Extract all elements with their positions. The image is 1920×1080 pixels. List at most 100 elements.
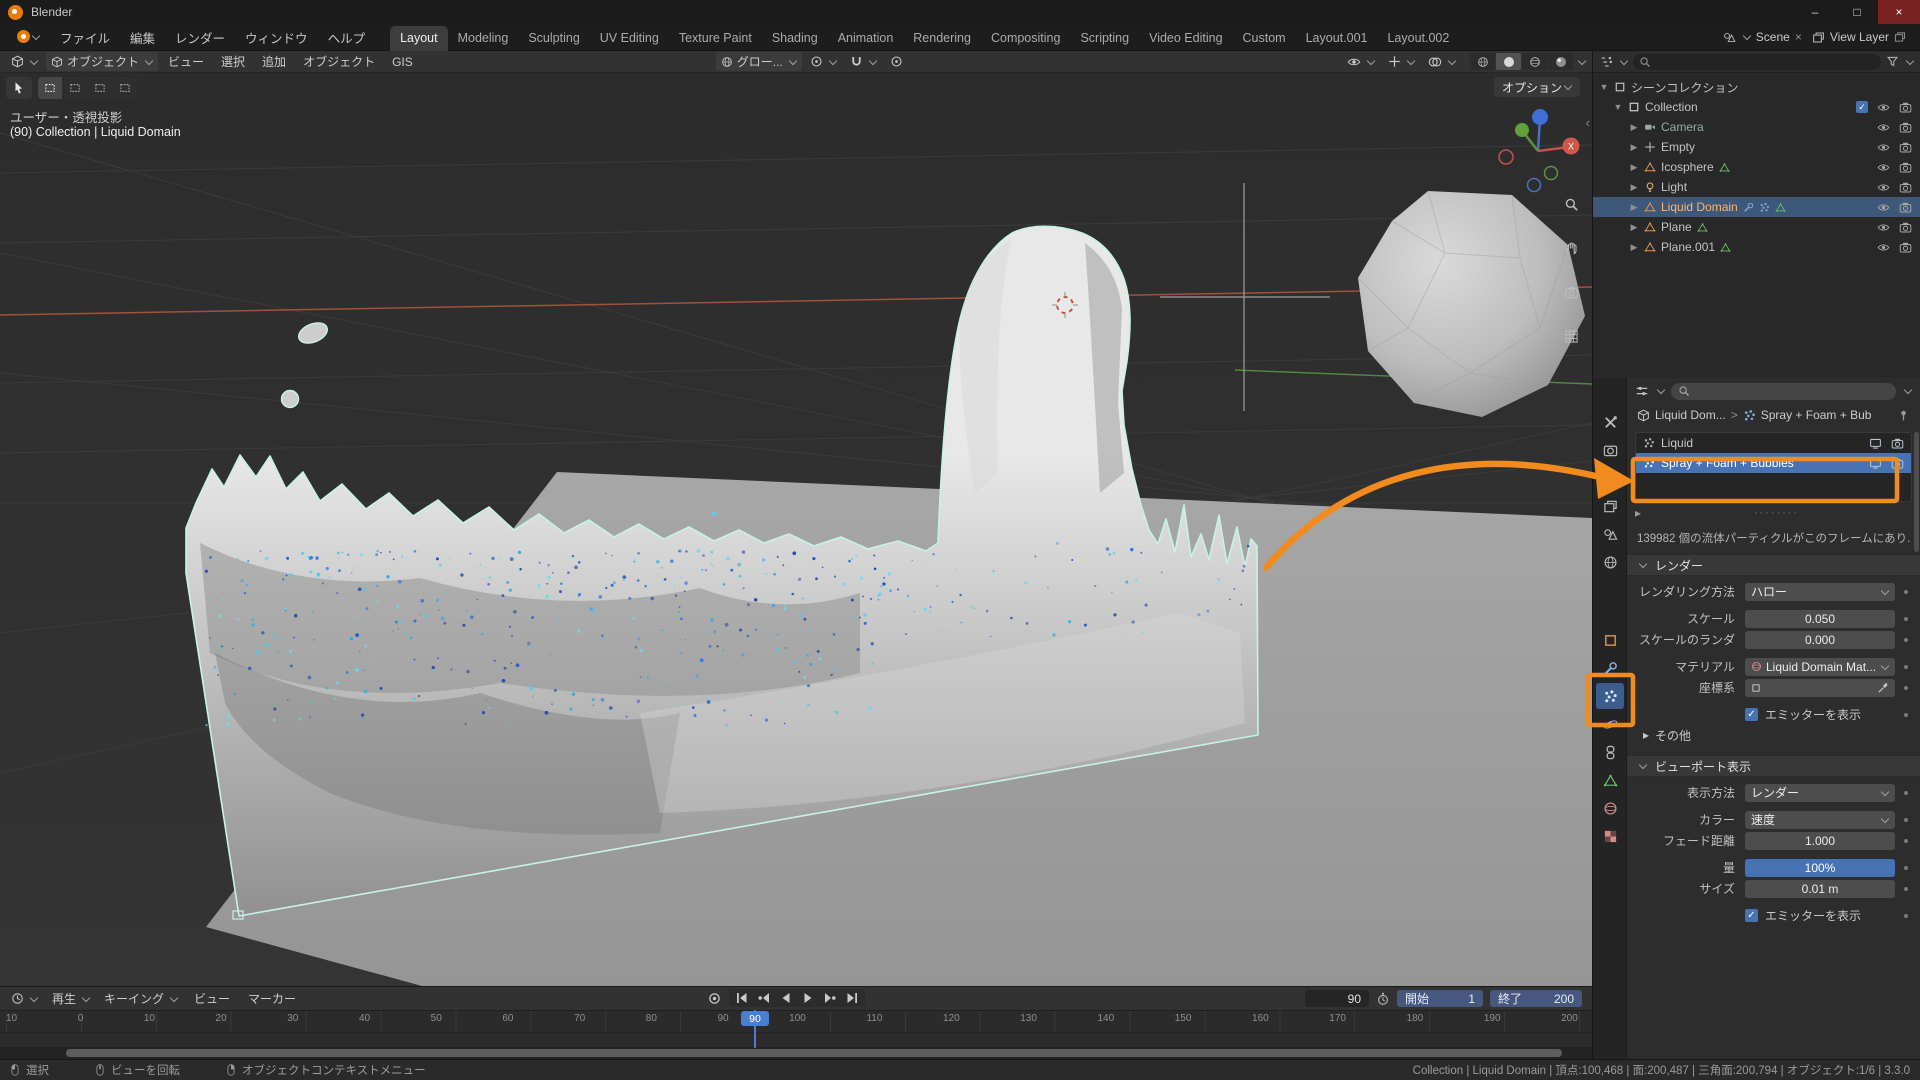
- gizmo-neg-x-axis[interactable]: [1499, 150, 1513, 164]
- tab-physics[interactable]: [1596, 711, 1624, 737]
- coordinate-object-field[interactable]: [1745, 679, 1895, 697]
- tab-world[interactable]: [1596, 549, 1624, 575]
- mode-dropdown[interactable]: オブジェクト: [46, 52, 158, 71]
- tab-layout[interactable]: Layout: [390, 26, 448, 51]
- tab-material[interactable]: [1596, 795, 1624, 821]
- disable-in-render-icon[interactable]: [1891, 437, 1904, 450]
- scale-random-field[interactable]: 0.000: [1745, 631, 1895, 649]
- select-mode-intersect-button[interactable]: [113, 77, 137, 99]
- particle-system-row-spray-foam-bubbles[interactable]: Spray + Foam + Bubbles: [1636, 453, 1911, 473]
- outliner-row-plane[interactable]: ▶ Plane: [1593, 217, 1920, 237]
- auto-keyframe-button[interactable]: [704, 990, 724, 1006]
- play-reverse-button[interactable]: [776, 990, 796, 1006]
- timeline-scroll-handle[interactable]: [66, 1049, 1562, 1057]
- disable-in-render-icon[interactable]: [1899, 161, 1912, 174]
- size-field[interactable]: 0.01 m: [1745, 880, 1895, 898]
- unlink-scene-icon[interactable]: ×: [1795, 30, 1802, 44]
- disable-in-render-icon[interactable]: [1891, 457, 1904, 470]
- timeline-ruler[interactable]: 100 1020 3040 5060 7080 90100 110120 130…: [0, 1010, 1592, 1032]
- breadcrumb-data[interactable]: Spray + Foam + Bub: [1761, 408, 1872, 422]
- pin-icon[interactable]: [1897, 409, 1910, 422]
- transform-orientation-dropdown[interactable]: グロー...: [716, 52, 802, 71]
- tab-shading[interactable]: Shading: [762, 26, 828, 51]
- menu-object[interactable]: オブジェクト: [296, 51, 382, 72]
- gizmo-y-axis[interactable]: [1515, 123, 1529, 137]
- select-mode-extend-button[interactable]: [63, 77, 87, 99]
- timeline-editor-type-button[interactable]: [6, 991, 43, 1006]
- animate-dot[interactable]: [1895, 791, 1916, 795]
- outliner-row-icosphere[interactable]: ▶ Icosphere: [1593, 157, 1920, 177]
- view-layer-selector[interactable]: View Layer: [1812, 30, 1906, 44]
- show-emitter-checkbox[interactable]: ✓: [1745, 708, 1758, 721]
- disclosure-icon[interactable]: ▶: [1629, 142, 1639, 153]
- disclosure-icon[interactable]: ▼: [1599, 82, 1609, 92]
- tab-sculpting[interactable]: Sculpting: [518, 26, 589, 51]
- tab-scripting[interactable]: Scripting: [1070, 26, 1139, 51]
- tab-constraints[interactable]: [1596, 739, 1624, 765]
- stopwatch-icon[interactable]: [1376, 992, 1390, 1006]
- animate-dot[interactable]: [1895, 713, 1916, 717]
- current-frame-field[interactable]: 90: [1305, 990, 1369, 1007]
- eyedropper-icon[interactable]: [1877, 682, 1889, 694]
- properties-scrollbar[interactable]: [1914, 432, 1919, 552]
- timeline-view-menu[interactable]: ビュー: [187, 988, 237, 1009]
- tab-rendering[interactable]: Rendering: [903, 26, 981, 51]
- animate-dot[interactable]: [1895, 818, 1916, 822]
- outliner-row-scene-collection[interactable]: ▼ シーンコレクション: [1593, 77, 1920, 97]
- 3d-viewport[interactable]: X: [0, 73, 1592, 986]
- disable-in-render-icon[interactable]: [1899, 181, 1912, 194]
- hide-in-viewport-icon[interactable]: [1877, 121, 1890, 134]
- hide-in-viewport-icon[interactable]: [1877, 161, 1890, 174]
- select-mode-new-button[interactable]: [38, 77, 62, 99]
- shading-solid-button[interactable]: [1496, 53, 1521, 70]
- animate-dot[interactable]: [1895, 617, 1916, 621]
- animate-dot[interactable]: [1895, 887, 1916, 891]
- breadcrumb-object[interactable]: Liquid Dom...: [1655, 408, 1726, 422]
- tab-particles[interactable]: [1596, 683, 1624, 709]
- hide-in-viewport-icon[interactable]: [1877, 221, 1890, 234]
- menu-view[interactable]: ビュー: [161, 51, 211, 72]
- animate-dot[interactable]: [1895, 638, 1916, 642]
- hide-in-viewport-icon[interactable]: [1877, 101, 1890, 114]
- gizmo-z-axis[interactable]: [1532, 109, 1548, 125]
- disclosure-icon[interactable]: ▶: [1629, 182, 1639, 193]
- disclosure-icon[interactable]: ▶: [1629, 242, 1639, 253]
- animate-dot[interactable]: [1895, 686, 1916, 690]
- previous-keyframe-button[interactable]: [754, 990, 774, 1006]
- disclosure-icon[interactable]: ▼: [1613, 102, 1623, 112]
- tab-texture-paint[interactable]: Texture Paint: [669, 26, 762, 51]
- tab-output[interactable]: [1596, 465, 1624, 491]
- shading-material-button[interactable]: [1522, 53, 1547, 70]
- hide-in-viewport-icon[interactable]: [1877, 181, 1890, 194]
- animate-dot[interactable]: [1895, 866, 1916, 870]
- menu-file[interactable]: ファイル: [51, 24, 119, 51]
- tab-object-data[interactable]: [1596, 767, 1624, 793]
- outliner-row-camera[interactable]: ▶ Camera: [1593, 117, 1920, 137]
- tab-render[interactable]: [1596, 437, 1624, 463]
- playhead-frame-badge[interactable]: 90: [741, 1011, 769, 1026]
- animate-dot[interactable]: [1895, 914, 1916, 918]
- new-view-layer-icon[interactable]: [1894, 31, 1906, 43]
- tab-custom[interactable]: Custom: [1233, 26, 1296, 51]
- outliner-row-liquid-domain[interactable]: ▶ Liquid Domain: [1593, 197, 1920, 217]
- object-visibility-dropdown[interactable]: [1342, 54, 1380, 70]
- scene-selector[interactable]: Scene ×: [1723, 30, 1802, 44]
- outliner-editor-icon[interactable]: [1599, 55, 1613, 69]
- hide-in-viewport-icon[interactable]: [1877, 141, 1890, 154]
- tab-modeling[interactable]: Modeling: [448, 26, 519, 51]
- disable-in-render-icon[interactable]: [1899, 141, 1912, 154]
- timeline-marker-menu[interactable]: マーカー: [241, 988, 303, 1009]
- scale-field[interactable]: 0.050: [1745, 610, 1895, 628]
- maximize-button[interactable]: □: [1836, 0, 1878, 24]
- tab-video-editing[interactable]: Video Editing: [1139, 26, 1232, 51]
- properties-editor-icon[interactable]: [1635, 384, 1649, 398]
- minimize-button[interactable]: –: [1794, 0, 1836, 24]
- show-gizmo-dropdown[interactable]: [1383, 54, 1420, 69]
- animate-dot[interactable]: [1895, 665, 1916, 669]
- outliner-search-input[interactable]: [1633, 54, 1881, 70]
- show-emitter-checkbox[interactable]: ✓: [1745, 909, 1758, 922]
- hide-in-viewport-icon[interactable]: [1877, 241, 1890, 254]
- more-subpanel[interactable]: ▸ その他: [1627, 725, 1920, 745]
- select-tool-button[interactable]: [6, 77, 32, 99]
- menu-gis[interactable]: GIS: [385, 53, 420, 71]
